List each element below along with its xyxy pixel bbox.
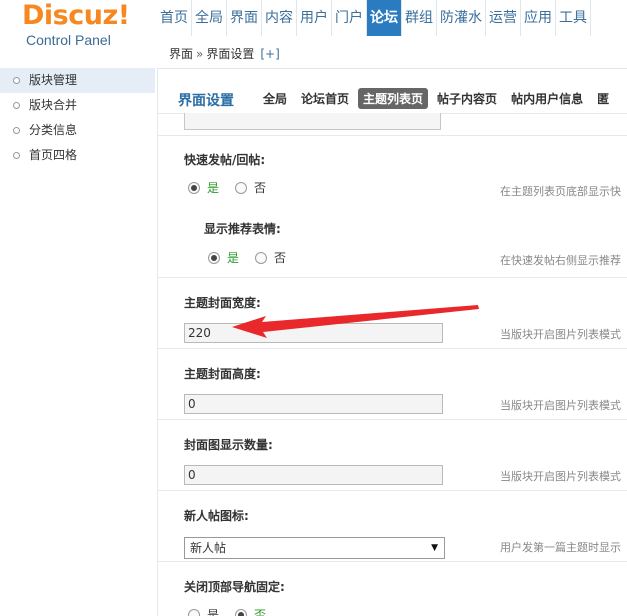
- tab-post-user-info[interactable]: 帖内用户信息: [506, 88, 588, 109]
- nav-apps[interactable]: 应用: [521, 0, 556, 36]
- new-post-icon-select[interactable]: 新人帖 ▼: [184, 537, 445, 559]
- tab-forum-home[interactable]: 论坛首页: [296, 88, 354, 109]
- row-cover-width: 主题封面宽度: 220 当版块开启图片列表模式: [158, 277, 627, 349]
- nav-global[interactable]: 全局: [192, 0, 227, 36]
- bullet-icon: [13, 77, 20, 84]
- cover-count-label: 封面图显示数量:: [184, 438, 273, 452]
- cover-count-desc: 当版块开启图片列表模式: [500, 470, 621, 483]
- top-nav: 首页 全局 界面 内容 用户 门户 论坛 群组 防灌水 运营 应用 工具: [157, 0, 591, 36]
- recommend-emoji-label: 显示推荐表情:: [204, 222, 281, 236]
- logo-subtitle: Control Panel: [26, 32, 111, 48]
- new-post-icon-desc: 用户发第一篇主题时显示: [500, 541, 621, 554]
- nav-portal[interactable]: 门户: [332, 0, 367, 36]
- cover-width-input[interactable]: 220: [184, 323, 443, 343]
- bullet-icon: [13, 127, 20, 134]
- sidebar: 版块管理 版块合并 分类信息 首页四格: [0, 68, 155, 616]
- fixed-topnav-no-radio[interactable]: [235, 608, 248, 616]
- tab-global[interactable]: 全局: [258, 88, 292, 109]
- fixed-topnav-yes-label[interactable]: 是: [207, 606, 219, 616]
- new-post-icon-label: 新人帖图标:: [184, 509, 249, 523]
- sidebar-item-label: 分类信息: [29, 123, 78, 137]
- fixed-topnav-no-label[interactable]: 否: [254, 606, 266, 616]
- sidebar-item-label: 版块合并: [29, 98, 78, 112]
- tab-more[interactable]: 匿: [592, 88, 614, 109]
- sidebar-item-forum-merge[interactable]: 版块合并: [0, 93, 155, 118]
- fixed-topnav-yes-radio[interactable]: [188, 608, 200, 616]
- row-cover-height: 主题封面高度: 0 当版块开启图片列表模式: [158, 348, 627, 420]
- nav-groups[interactable]: 群组: [402, 0, 437, 36]
- tab-thread-list[interactable]: 主题列表页: [358, 88, 429, 109]
- new-post-icon-selected: 新人帖: [190, 541, 227, 555]
- dropdown-arrow-icon: ▼: [431, 543, 438, 553]
- sidebar-item-forum-manage[interactable]: 版块管理: [0, 68, 155, 93]
- logo-bang: !: [117, 0, 130, 31]
- nav-operations[interactable]: 运营: [486, 0, 521, 36]
- recommend-emoji-options: 是 否: [208, 249, 286, 266]
- cover-width-desc: 当版块开启图片列表模式: [500, 328, 621, 341]
- breadcrumb: 界面» 界面设置 [+]: [169, 45, 280, 62]
- breadcrumb-settings: 界面设置: [206, 47, 255, 61]
- recommend-emoji-yes-label[interactable]: 是: [227, 249, 239, 266]
- sidebar-item-label: 版块管理: [29, 73, 78, 87]
- fast-post-label: 快速发帖/回帖:: [184, 153, 266, 167]
- fast-post-options: 是 否: [188, 179, 266, 196]
- cover-count-input[interactable]: 0: [184, 465, 443, 485]
- bullet-icon: [13, 152, 20, 159]
- fast-post-no-radio[interactable]: [235, 181, 248, 194]
- settings-subnav: 界面设置 全局 论坛首页 主题列表页 帖子内容页 帖内用户信息 匿: [158, 69, 627, 114]
- recommend-emoji-desc: 在快速发帖右侧显示推荐: [500, 254, 621, 267]
- sidebar-item-label: 首页四格: [29, 148, 78, 162]
- fixed-topnav-label: 关闭顶部导航固定:: [184, 580, 285, 594]
- nav-users[interactable]: 用户: [297, 0, 332, 36]
- sidebar-item-thread-types[interactable]: 分类信息: [0, 118, 155, 143]
- nav-home[interactable]: 首页: [157, 0, 192, 36]
- nav-interface[interactable]: 界面: [227, 0, 262, 36]
- discuz-logo[interactable]: Discuz! Control Panel: [22, 0, 157, 60]
- nav-content[interactable]: 内容: [262, 0, 297, 36]
- fast-post-yes-label[interactable]: 是: [207, 179, 219, 196]
- breadcrumb-interface[interactable]: 界面: [169, 47, 193, 61]
- row-fixed-topnav: 关闭顶部导航固定: 是 否: [158, 561, 627, 616]
- nav-forum[interactable]: 论坛: [367, 0, 402, 36]
- breadcrumb-separator: »: [196, 47, 204, 61]
- bullet-icon: [13, 102, 20, 109]
- breadcrumb-bar: 界面» 界面设置 [+]: [157, 36, 627, 69]
- cover-height-desc: 当版块开启图片列表模式: [500, 399, 621, 412]
- settings-tabs: 全局 论坛首页 主题列表页 帖子内容页 帖内用户信息 匿: [258, 88, 618, 109]
- header: Discuz! Control Panel 首页 全局 界面 内容 用户 门户 …: [0, 0, 627, 48]
- row-recommend-emoji: 显示推荐表情: 是 否 在快速发帖右侧显示推荐: [158, 206, 627, 277]
- tab-post-content[interactable]: 帖子内容页: [432, 88, 502, 109]
- row-fast-post: 快速发帖/回帖: 是 否 在主题列表页底部显示快: [158, 135, 627, 207]
- nav-tools[interactable]: 工具: [556, 0, 591, 36]
- cover-height-input[interactable]: 0: [184, 394, 443, 414]
- add-shortcut-button[interactable]: [+]: [260, 47, 279, 61]
- page-title: 界面设置: [178, 93, 234, 109]
- logo-text: Discuz: [22, 0, 118, 31]
- nav-antispam[interactable]: 防灌水: [437, 0, 486, 36]
- recommend-emoji-no-radio[interactable]: [255, 251, 268, 264]
- fixed-topnav-options: 是 否: [188, 606, 282, 616]
- fast-post-desc: 在主题列表页底部显示快: [500, 185, 621, 198]
- recommend-emoji-yes-radio[interactable]: [208, 251, 220, 264]
- recommend-emoji-no-label[interactable]: 否: [274, 249, 286, 266]
- fast-post-yes-radio[interactable]: [188, 181, 200, 194]
- previous-field-input[interactable]: [184, 113, 441, 130]
- main-content: 界面设置 全局 论坛首页 主题列表页 帖子内容页 帖内用户信息 匿 快速发帖/回…: [158, 69, 627, 616]
- row-new-post-icon: 新人帖图标: 新人帖 ▼ 用户发第一篇主题时显示: [158, 490, 627, 562]
- sidebar-item-home-grid[interactable]: 首页四格: [0, 143, 155, 168]
- row-cover-count: 封面图显示数量: 0 当版块开启图片列表模式: [158, 419, 627, 491]
- cover-width-label: 主题封面宽度:: [184, 296, 261, 310]
- cover-height-label: 主题封面高度:: [184, 367, 261, 381]
- fast-post-no-label[interactable]: 否: [254, 179, 266, 196]
